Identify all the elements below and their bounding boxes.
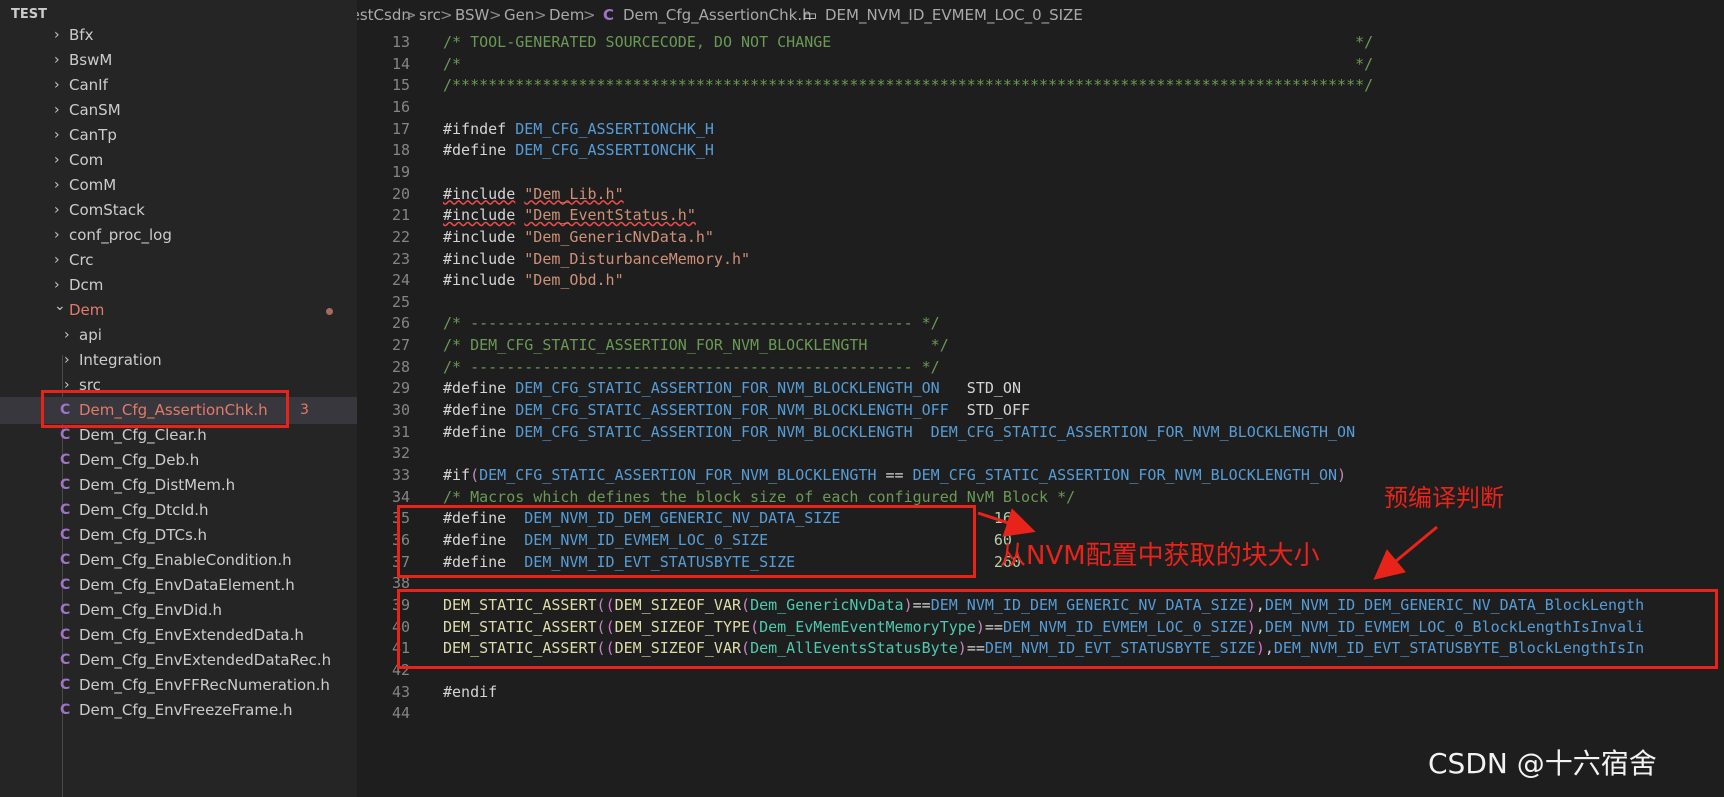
- arrow-to-nvm-label: [977, 508, 1036, 537]
- arrow-to-static-assert: [1373, 525, 1438, 580]
- watermark: CSDN @十六宿舍: [1428, 747, 1657, 780]
- annotation-arrows: [977, 508, 1438, 580]
